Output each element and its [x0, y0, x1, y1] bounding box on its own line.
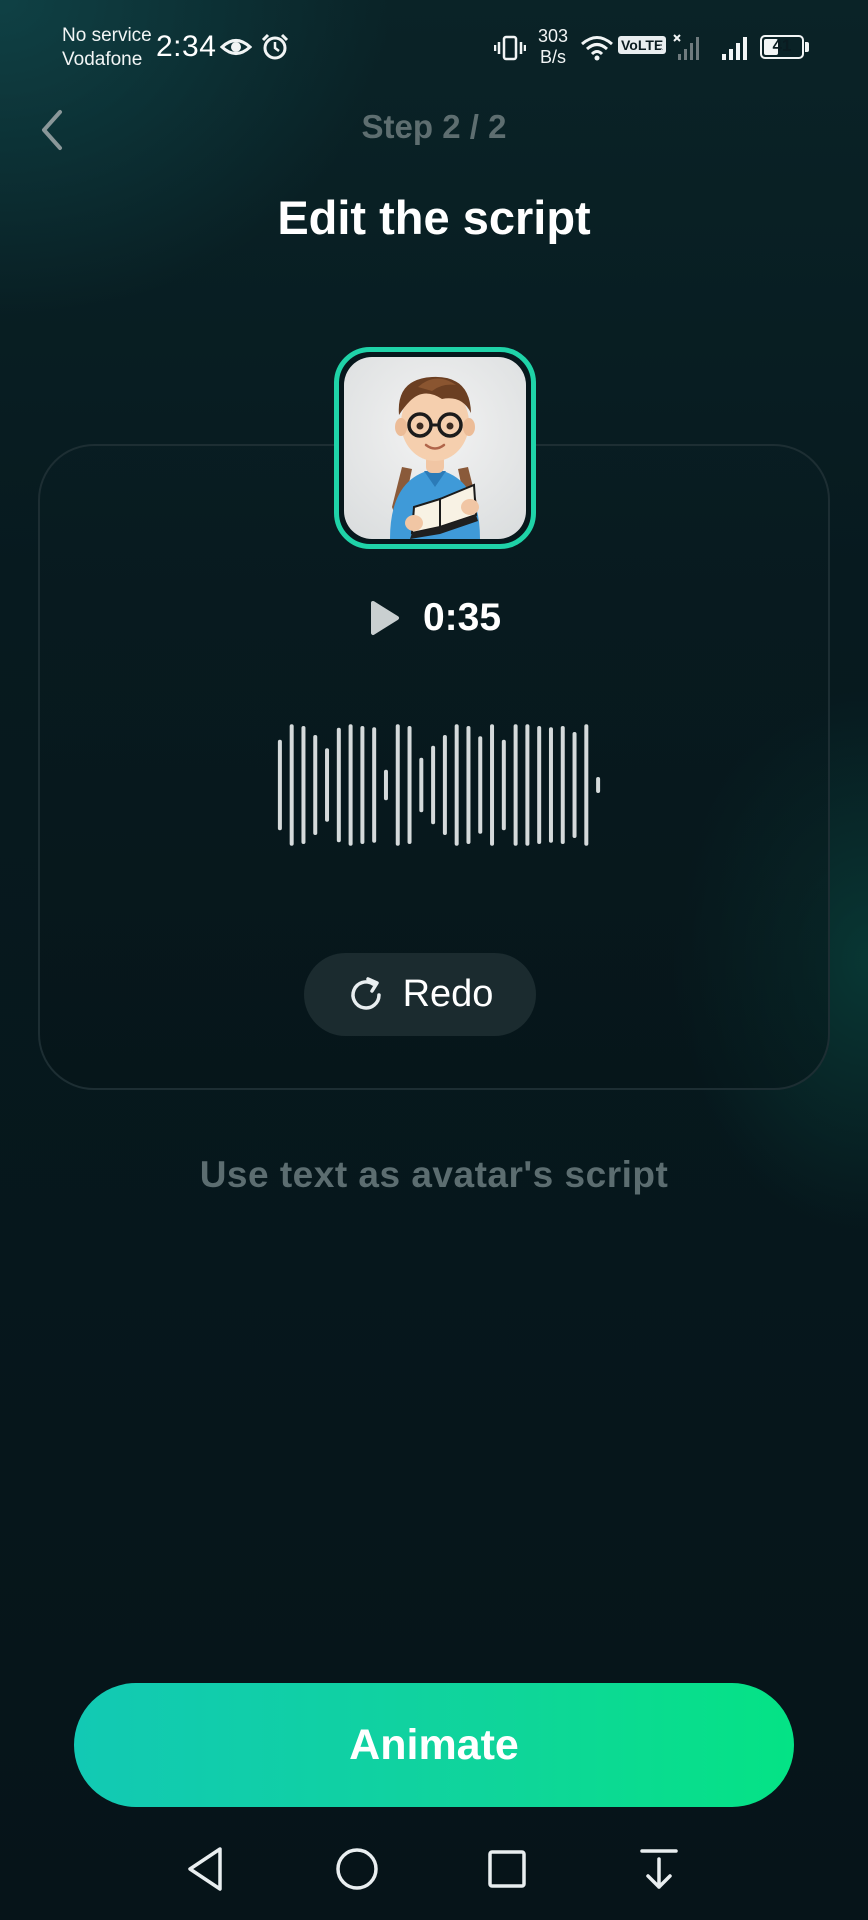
clock: 2:34 [156, 30, 217, 63]
carrier-service: No service [62, 25, 152, 46]
carrier-name: Vodafone [62, 49, 143, 70]
wifi-icon [581, 36, 613, 61]
animate-label: Animate [349, 1720, 519, 1769]
avatar-illustration [390, 376, 480, 539]
playback-row: 0:35 [0, 596, 868, 640]
carrier-info: No service Vodafone [62, 24, 152, 72]
use-text-script-link[interactable]: Use text as avatar's script [0, 1154, 868, 1196]
signal-icon [722, 37, 747, 60]
nav-back-icon[interactable] [182, 1843, 228, 1895]
redo-label: Redo [402, 973, 494, 1015]
animate-button[interactable]: Animate [74, 1683, 794, 1807]
network-speed: 303 B/s [538, 26, 568, 68]
vibrate-icon [494, 35, 526, 61]
nav-recents-icon[interactable] [484, 1843, 530, 1895]
alarm-icon [261, 33, 289, 60]
audio-duration: 0:35 [422, 596, 502, 639]
screen: No service Vodafone 2:34 303 B/s VoLTE 2… [0, 0, 868, 1920]
page-title: Edit the script [277, 191, 591, 244]
net-speed-value: 303 [538, 26, 569, 46]
audio-waveform [277, 724, 601, 846]
nav-home-icon[interactable] [334, 1843, 380, 1895]
avatar-image [344, 357, 526, 539]
signal-x-icon [673, 34, 699, 60]
battery-tip [805, 42, 809, 52]
redo-icon [350, 976, 381, 1010]
net-speed-unit: B/s [540, 47, 567, 67]
eye-icon [220, 39, 252, 55]
battery-icon: 41 [760, 35, 804, 59]
redo-button[interactable]: Redo [304, 953, 536, 1036]
play-icon[interactable] [367, 599, 401, 637]
battery-level: 41 [772, 36, 792, 55]
avatar[interactable] [334, 347, 536, 549]
status-bar: No service Vodafone 2:34 303 B/s VoLTE 2… [0, 0, 868, 96]
step-indicator: Step 2 / 2 [361, 108, 507, 145]
nav-notifications-icon[interactable] [636, 1843, 682, 1895]
volte-sim: 2 [658, 44, 665, 56]
